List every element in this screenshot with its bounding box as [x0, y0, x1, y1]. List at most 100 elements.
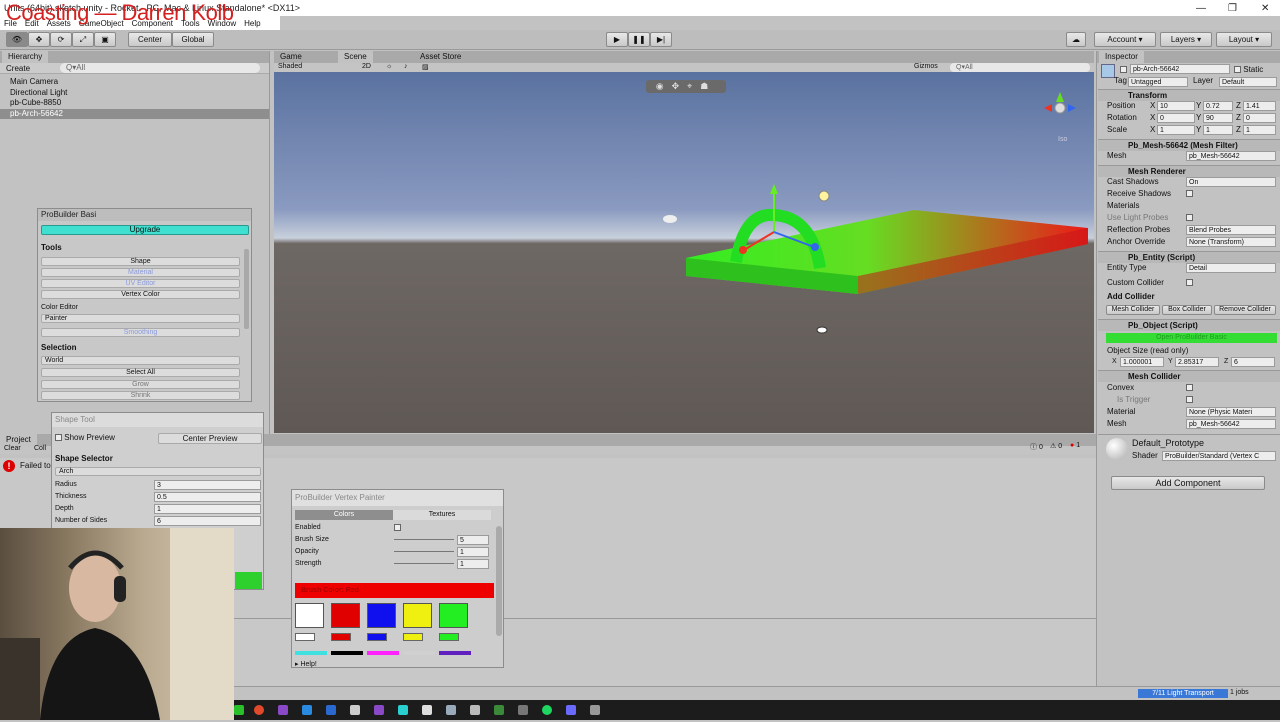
receive-shadows-checkbox[interactable]	[1186, 190, 1193, 197]
swatch-yellow[interactable]	[403, 603, 432, 628]
scene-axis-gizmo[interactable]	[1044, 92, 1076, 114]
vertex-color-button[interactable]: Vertex Color	[41, 290, 240, 299]
tab-textures[interactable]: Textures	[393, 510, 491, 520]
cloud-icon[interactable]: ☁	[1066, 32, 1086, 47]
notepad-icon[interactable]	[470, 705, 480, 715]
help-foldout[interactable]: ▸ Help!	[295, 660, 317, 669]
smoothing-button[interactable]: Smoothing	[41, 328, 240, 337]
menu-help[interactable]: Help	[240, 16, 264, 28]
shape-button[interactable]: Shape	[41, 257, 240, 266]
open-probuilder-basic-button[interactable]: Open ProBuilder Basic	[1106, 333, 1277, 343]
unity-icon[interactable]	[422, 705, 432, 715]
custom-collider-checkbox[interactable]	[1186, 279, 1193, 286]
sides-field[interactable]: 6	[154, 516, 261, 526]
mesh-field[interactable]: pb_Mesh-56642	[1186, 151, 1276, 161]
camera-icon[interactable]	[663, 215, 677, 223]
rotate-tool-icon[interactable]: ⟳	[50, 32, 72, 47]
lighting-toggle-icon[interactable]: ☼	[386, 63, 392, 70]
box-collider-button[interactable]: Box Collider	[1162, 305, 1212, 315]
color-field-white[interactable]	[295, 633, 315, 641]
maximize-button[interactable]: ❐	[1228, 3, 1237, 14]
scale-z-field[interactable]: 1	[1243, 125, 1276, 135]
center-preview-button[interactable]: Center Preview	[158, 433, 262, 444]
explorer-icon[interactable]	[302, 705, 312, 715]
grow-button[interactable]: Grow	[41, 380, 240, 389]
radius-field[interactable]: 3	[154, 480, 261, 490]
layout-dropdown[interactable]: Layout ▾	[1216, 32, 1272, 47]
unity-active-icon[interactable]	[518, 705, 528, 715]
object-active-checkbox[interactable]	[1120, 66, 1127, 73]
visual-studio-2-icon[interactable]	[374, 705, 384, 715]
transform-header[interactable]: Transform	[1098, 89, 1280, 101]
swatch-row2-purple[interactable]	[439, 651, 471, 655]
show-preview-checkbox[interactable]	[55, 434, 62, 442]
visual-studio-icon[interactable]	[278, 705, 288, 715]
swatch-white[interactable]	[295, 603, 324, 628]
minimize-button[interactable]: —	[1196, 3, 1206, 14]
swatch-row2-magenta[interactable]	[367, 651, 399, 655]
collider-material-field[interactable]: None (Physic Materi	[1186, 407, 1276, 417]
move-tool-icon[interactable]: ✥	[28, 32, 50, 47]
rect-tool-icon[interactable]: ▣	[94, 32, 116, 47]
scale-tool-icon[interactable]: ⤢	[72, 32, 94, 47]
jobs-label[interactable]: 1 jobs	[1230, 689, 1249, 696]
layers-dropdown[interactable]: Layers ▾	[1160, 32, 1212, 47]
photos-icon[interactable]	[590, 705, 600, 715]
vertex-painter-scrollbar[interactable]	[496, 526, 502, 636]
shape-type-dropdown[interactable]: Arch	[55, 467, 261, 476]
position-y-field[interactable]: 0.72	[1203, 101, 1233, 111]
static-checkbox[interactable]	[1234, 66, 1241, 74]
console-error-text[interactable]: Failed to	[20, 461, 51, 470]
terminal-icon[interactable]	[350, 705, 360, 715]
effects-toggle-icon[interactable]: ▨	[422, 63, 429, 71]
color-field-blue[interactable]	[367, 633, 387, 641]
rotation-x-field[interactable]: 0	[1157, 113, 1195, 123]
account-dropdown[interactable]: Account ▾	[1094, 32, 1156, 47]
color-field-green[interactable]	[439, 633, 459, 641]
build-shape-button[interactable]	[235, 572, 262, 589]
anchor-override-field[interactable]: None (Transform)	[1186, 237, 1276, 247]
pivot-center-button[interactable]: Center	[128, 32, 172, 47]
swatch-row2-black[interactable]	[331, 651, 363, 655]
brush-size-slider[interactable]	[394, 539, 454, 540]
position-x-field[interactable]: 10	[1157, 101, 1195, 111]
scene-search-input[interactable]: Q▾All	[950, 63, 1090, 72]
gizmos-dropdown[interactable]: Gizmos	[914, 63, 938, 70]
swatch-red[interactable]	[331, 603, 360, 628]
discord-icon[interactable]	[566, 705, 576, 715]
shrink-button[interactable]: Shrink	[41, 391, 240, 400]
uv-editor-button[interactable]: UV Editor	[41, 279, 240, 288]
hierarchy-create-button[interactable]: Create	[6, 64, 30, 73]
chrome-icon[interactable]	[254, 705, 264, 715]
audio-toggle-icon[interactable]: ♪	[404, 63, 408, 70]
add-component-button[interactable]: Add Component	[1111, 476, 1265, 490]
close-button[interactable]: ✕	[1261, 3, 1269, 14]
entity-type-dropdown[interactable]: Detail	[1186, 263, 1276, 273]
rotation-z-field[interactable]: 0	[1243, 113, 1276, 123]
console-collapse-button[interactable]: Coll	[34, 445, 46, 452]
probuilder-scene-toolbar[interactable]: ◉✥⌖☗	[646, 80, 726, 93]
static-toggle[interactable]: Static	[1234, 65, 1263, 74]
collider-mesh-field[interactable]: pb_Mesh-56642	[1186, 419, 1276, 429]
brush-color-bar[interactable]: Brush Color: Red	[295, 583, 494, 598]
tab-inspector[interactable]: Inspector	[1099, 51, 1144, 63]
sun-light-icon[interactable]	[818, 190, 830, 202]
spotify-icon[interactable]	[542, 705, 552, 715]
tab-game[interactable]: Game	[274, 51, 308, 63]
color-field-yellow[interactable]	[403, 633, 423, 641]
hierarchy-item[interactable]: Main Camera	[0, 77, 269, 88]
scale-x-field[interactable]: 1	[1157, 125, 1195, 135]
opacity-slider[interactable]	[394, 551, 454, 552]
swatch-blue[interactable]	[367, 603, 396, 628]
step-icon[interactable]: ▶|	[650, 32, 672, 47]
tab-colors[interactable]: Colors	[295, 510, 393, 520]
mesh-collider-header[interactable]: Mesh Collider	[1098, 370, 1280, 382]
show-preview-toggle[interactable]: Show Preview	[55, 433, 115, 442]
warning-count[interactable]: ⚠ 0	[1050, 442, 1062, 450]
app-icon-cyan[interactable]	[398, 705, 408, 715]
log-count[interactable]: ⓘ 0	[1030, 442, 1043, 452]
select-all-button[interactable]: Select All	[41, 368, 240, 377]
layer-dropdown[interactable]: Default	[1219, 77, 1277, 87]
iso-label[interactable]: Iso	[1058, 136, 1067, 143]
tab-asset-store[interactable]: Asset Store	[414, 51, 467, 63]
